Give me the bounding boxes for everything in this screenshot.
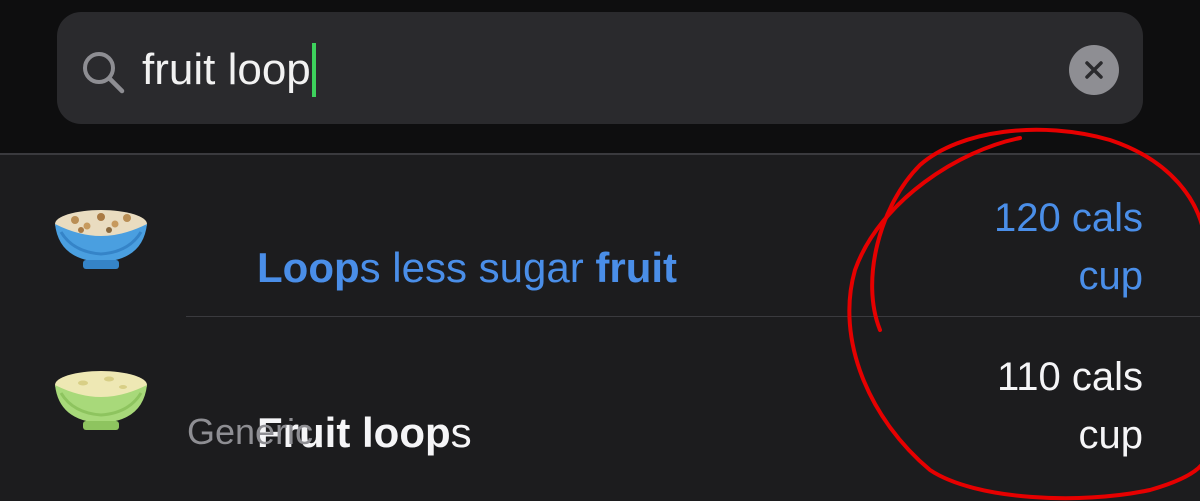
search-icon (83, 52, 125, 94)
calorie-info: 120 cals cup (994, 189, 1143, 305)
title-match: fruit (595, 244, 678, 291)
food-brand: Generic (187, 411, 314, 452)
clear-search-button[interactable] (1069, 45, 1119, 95)
calorie-value: 110 cals (996, 355, 1143, 399)
text-caret (311, 43, 316, 97)
search-input[interactable]: fruit loop (142, 40, 316, 100)
cereal-bowl-green-icon (55, 371, 147, 430)
row-divider (186, 316, 1200, 317)
list-item[interactable]: Loops less sugar fruit 120 cals cup (0, 155, 1200, 317)
food-search-screen: fruit loop Loops less sugar fruit 120 ca… (0, 0, 1200, 501)
calorie-value: 120 cals (994, 196, 1143, 240)
cereal-bowl-blue-icon (55, 210, 147, 269)
search-header: fruit loop (0, 0, 1200, 153)
serving-unit: cup (1078, 254, 1144, 298)
serving-unit: cup (1078, 413, 1144, 457)
title-match: Loop (257, 244, 360, 291)
calorie-info: 110 cals cup (997, 348, 1143, 464)
list-item[interactable]: Fruit loops Generic 110 cals cup (0, 318, 1200, 501)
search-input-value: fruit loop (142, 45, 311, 94)
title-text: s (450, 409, 472, 456)
title-text: s less sugar (359, 244, 596, 291)
close-icon (1085, 61, 1103, 79)
